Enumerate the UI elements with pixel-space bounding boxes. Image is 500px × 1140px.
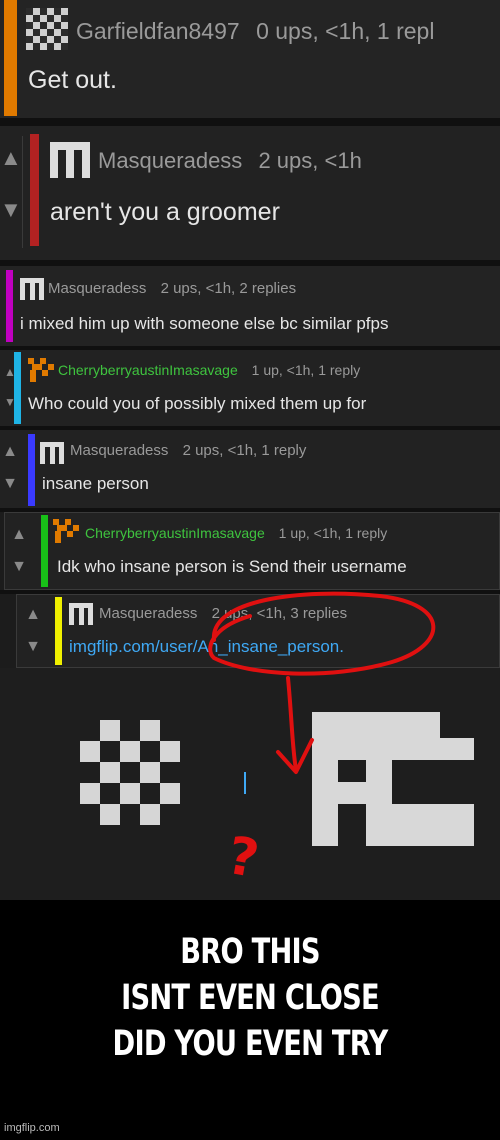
caption-area: BRO THIS ISNT EVEN CLOSE DID YOU EVEN TR…	[0, 900, 500, 1140]
caption-line-1: BRO THIS	[180, 932, 320, 972]
caption-line-3: DID YOU EVEN TRY	[112, 1024, 389, 1064]
watermark: imgflip.com	[4, 1122, 60, 1134]
caption-line-2: ISNT EVEN CLOSE	[121, 978, 380, 1018]
